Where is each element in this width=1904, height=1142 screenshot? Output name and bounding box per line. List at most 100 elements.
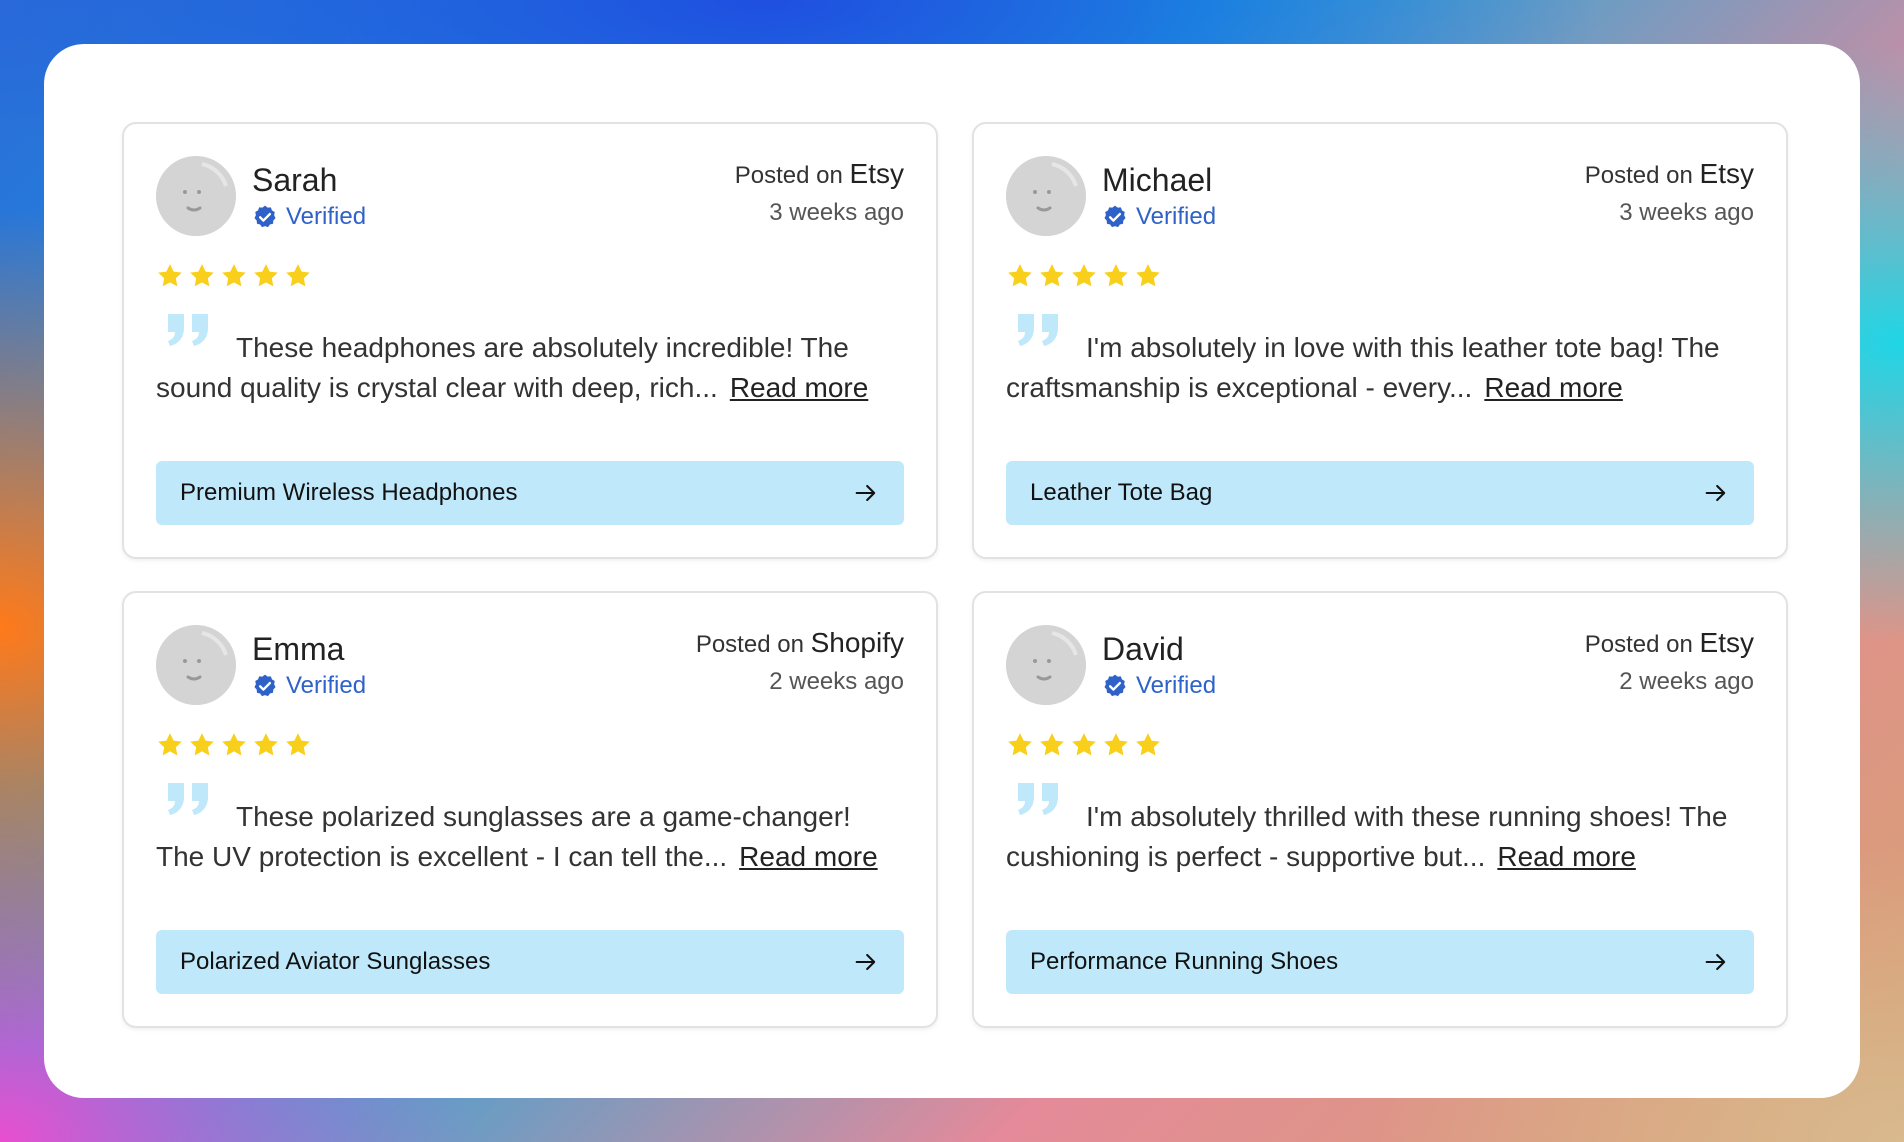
review-time: 2 weeks ago <box>769 668 904 695</box>
review-card: Sarah Verified Posted on Etsy 3 weeks ag… <box>122 122 938 559</box>
verified-badge: Verified <box>252 672 366 700</box>
star-icon <box>188 262 216 290</box>
posted-prefix: Posted on <box>1584 162 1693 189</box>
posted-prefix: Posted on <box>1584 631 1693 658</box>
star-icon <box>156 262 184 290</box>
review-header: Michael Verified Posted on Etsy 3 weeks … <box>1006 156 1754 236</box>
review-text: I'm absolutely thrilled with these runni… <box>1006 781 1754 877</box>
review-body: These headphones are absolutely incredib… <box>156 312 904 412</box>
star-icon <box>220 262 248 290</box>
product-name: Leather Tote Bag <box>1030 479 1213 506</box>
review-meta: Posted on Shopify 2 weeks ago <box>696 625 904 699</box>
review-author: Michael Verified <box>1006 156 1216 236</box>
avatar <box>156 156 236 236</box>
quote-icon <box>1014 312 1064 348</box>
star-rating <box>1006 262 1754 292</box>
review-header: Sarah Verified Posted on Etsy 3 weeks ag… <box>156 156 904 236</box>
product-link-button[interactable]: Leather Tote Bag <box>1006 461 1754 525</box>
reviews-grid: Sarah Verified Posted on Etsy 3 weeks ag… <box>122 122 1790 1028</box>
review-time: 3 weeks ago <box>1619 199 1754 226</box>
author-info: David Verified <box>1102 630 1216 700</box>
platform-name: Etsy <box>1699 627 1754 658</box>
star-icon <box>1006 731 1034 759</box>
review-body: These polarized sunglasses are a game-ch… <box>156 781 904 881</box>
product-name: Polarized Aviator Sunglasses <box>180 948 491 975</box>
star-icon <box>1038 731 1066 759</box>
review-card: Michael Verified Posted on Etsy 3 weeks … <box>972 122 1788 559</box>
review-card: David Verified Posted on Etsy 2 weeks ag… <box>972 591 1788 1028</box>
star-icon <box>1134 731 1162 759</box>
review-author: David Verified <box>1006 625 1216 705</box>
platform-name: Etsy <box>849 158 904 189</box>
product-link-button[interactable]: Performance Running Shoes <box>1006 930 1754 994</box>
star-icon <box>1102 731 1130 759</box>
reviewer-name: Emma <box>252 631 345 667</box>
star-icon <box>1102 262 1130 290</box>
arrow-right-icon <box>852 479 880 507</box>
review-card: Emma Verified Posted on Shopify 2 weeks … <box>122 591 938 1028</box>
author-info: Michael Verified <box>1102 161 1216 231</box>
read-more-link[interactable]: Read more <box>739 841 878 872</box>
star-icon <box>252 262 280 290</box>
posted-prefix: Posted on <box>734 162 843 189</box>
review-meta: Posted on Etsy 2 weeks ago <box>1585 625 1754 699</box>
quote-icon <box>1014 781 1064 817</box>
arrow-right-icon <box>1702 948 1730 976</box>
read-more-link[interactable]: Read more <box>1497 841 1636 872</box>
review-text: I'm absolutely in love with this leather… <box>1006 312 1754 408</box>
star-icon <box>1038 262 1066 290</box>
star-icon <box>284 731 312 759</box>
posted-on: Posted on Etsy <box>1585 156 1754 194</box>
verified-label: Verified <box>286 203 367 230</box>
star-icon <box>188 731 216 759</box>
verified-check-icon <box>1102 673 1128 699</box>
review-author: Sarah Verified <box>156 156 366 236</box>
star-icon <box>1070 731 1098 759</box>
reviewer-name: Michael <box>1102 162 1213 198</box>
star-icon <box>1134 262 1162 290</box>
quote-icon <box>164 312 214 348</box>
review-author: Emma Verified <box>156 625 366 705</box>
verified-label: Verified <box>286 672 367 699</box>
product-link-button[interactable]: Polarized Aviator Sunglasses <box>156 930 904 994</box>
product-link-button[interactable]: Premium Wireless Headphones <box>156 461 904 525</box>
author-info: Emma Verified <box>252 630 366 700</box>
reviews-panel: Sarah Verified Posted on Etsy 3 weeks ag… <box>44 44 1860 1098</box>
quote-icon <box>164 781 214 817</box>
review-text: These polarized sunglasses are a game-ch… <box>156 781 904 877</box>
star-icon <box>156 731 184 759</box>
review-time: 2 weeks ago <box>1619 668 1754 695</box>
star-rating <box>1006 731 1754 761</box>
star-rating <box>156 262 904 292</box>
star-icon <box>252 731 280 759</box>
review-header: David Verified Posted on Etsy 2 weeks ag… <box>1006 625 1754 705</box>
star-rating <box>156 731 904 761</box>
review-meta: Posted on Etsy 3 weeks ago <box>1585 156 1754 230</box>
read-more-link[interactable]: Read more <box>1484 372 1623 403</box>
review-header: Emma Verified Posted on Shopify 2 weeks … <box>156 625 904 705</box>
star-icon <box>220 731 248 759</box>
review-body: I'm absolutely thrilled with these runni… <box>1006 781 1754 881</box>
star-icon <box>1006 262 1034 290</box>
arrow-right-icon <box>1702 479 1730 507</box>
posted-prefix: Posted on <box>695 631 804 658</box>
product-name: Performance Running Shoes <box>1030 948 1339 975</box>
verified-badge: Verified <box>1102 672 1216 700</box>
verified-label: Verified <box>1136 203 1217 230</box>
avatar <box>1006 156 1086 236</box>
arrow-right-icon <box>852 948 880 976</box>
reviewer-name: David <box>1102 631 1184 667</box>
review-text: These headphones are absolutely incredib… <box>156 312 904 408</box>
posted-on: Posted on Shopify <box>696 625 904 663</box>
review-time: 3 weeks ago <box>769 199 904 226</box>
verified-check-icon <box>1102 204 1128 230</box>
avatar <box>1006 625 1086 705</box>
review-meta: Posted on Etsy 3 weeks ago <box>735 156 904 230</box>
verified-badge: Verified <box>1102 203 1216 231</box>
review-body: I'm absolutely in love with this leather… <box>1006 312 1754 412</box>
read-more-link[interactable]: Read more <box>730 372 869 403</box>
verified-badge: Verified <box>252 203 366 231</box>
posted-on: Posted on Etsy <box>735 156 904 194</box>
posted-on: Posted on Etsy <box>1585 625 1754 663</box>
avatar <box>156 625 236 705</box>
